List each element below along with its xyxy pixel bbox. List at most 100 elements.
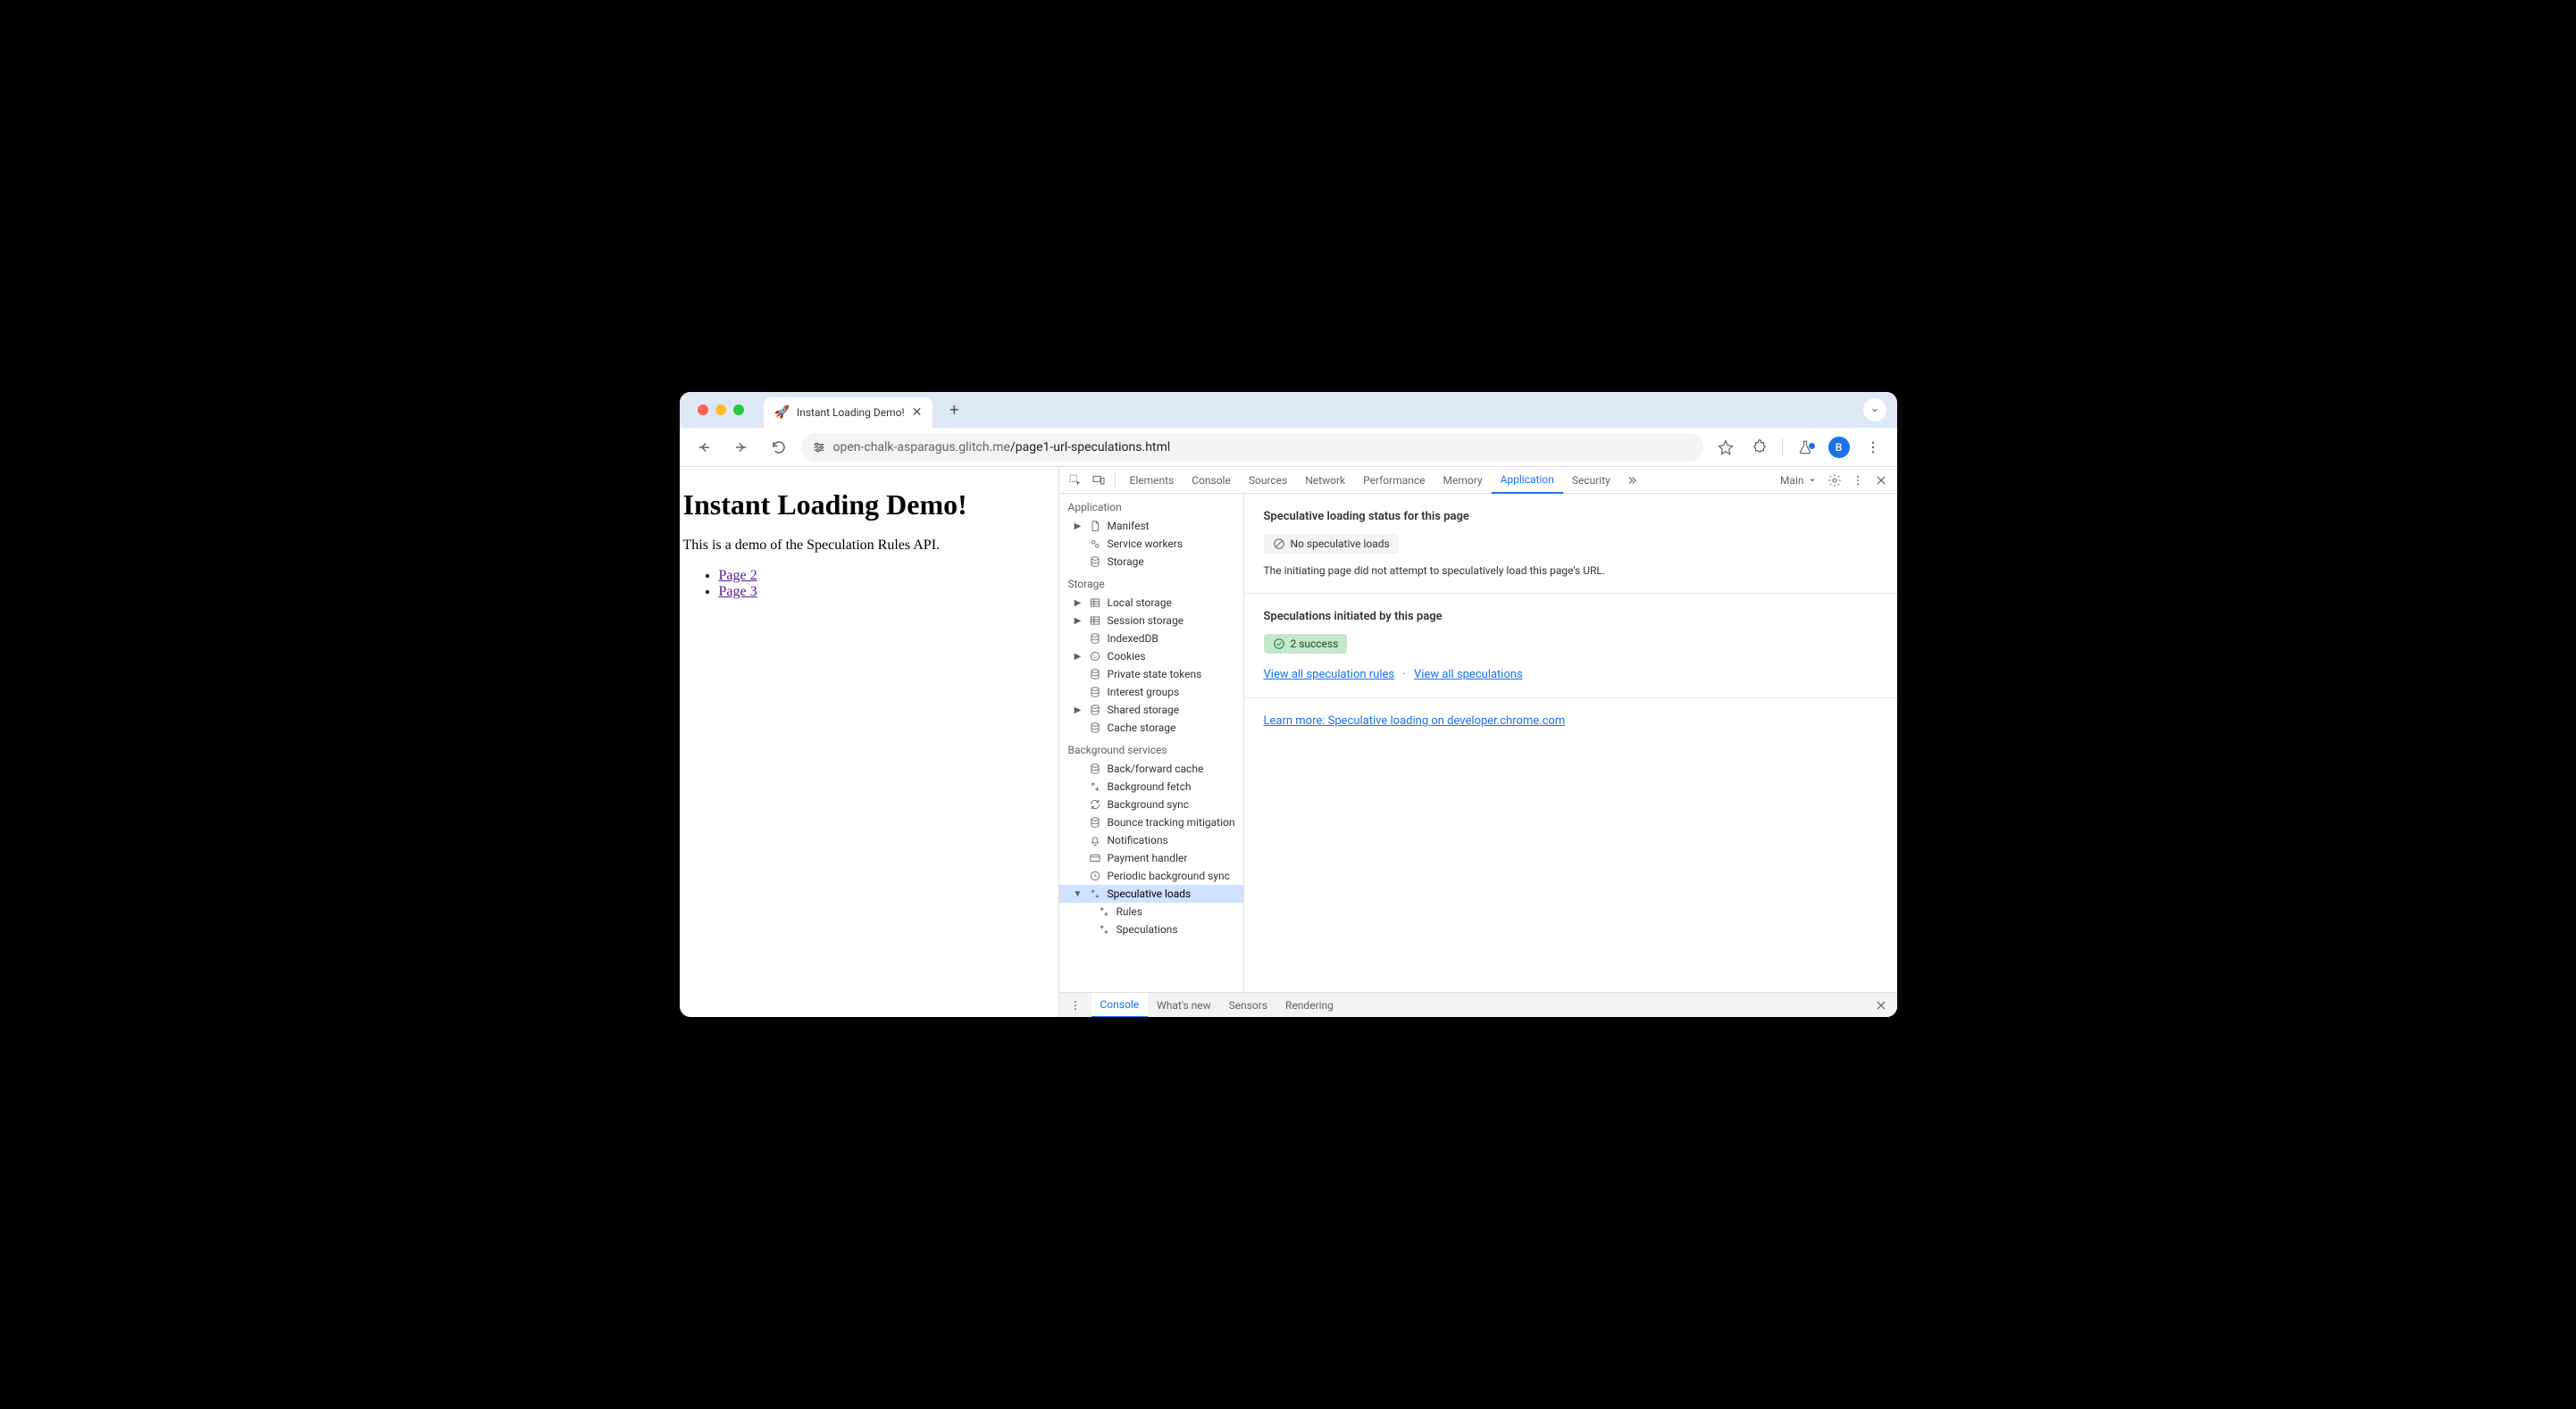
- window-minimize-button[interactable]: [715, 404, 726, 415]
- devtools-close-button[interactable]: [1870, 470, 1892, 491]
- view-rules-link[interactable]: View all speculation rules: [1264, 668, 1395, 681]
- forward-button[interactable]: [726, 432, 757, 463]
- sidebar-item-private-state-tokens[interactable]: Private state tokens: [1059, 665, 1243, 683]
- sidebar-item-notifications[interactable]: Notifications: [1059, 831, 1243, 849]
- sidebar-item-speculative-loads[interactable]: ▼Speculative loads: [1059, 885, 1243, 903]
- sidebar-item-bounce-tracking-mitigation[interactable]: Bounce tracking mitigation: [1059, 813, 1243, 831]
- address-bar[interactable]: open-chalk-asparagus.glitch.me/page1-url…: [801, 433, 1703, 462]
- page-link[interactable]: Page 3: [719, 584, 757, 599]
- sidebar-section-title: Storage: [1059, 571, 1243, 594]
- kebab-icon: [1069, 999, 1082, 1012]
- sidebar-item-cookies[interactable]: ▶Cookies: [1059, 647, 1243, 665]
- updown-icon: [1088, 888, 1102, 900]
- drawer-tab-what-s-new[interactable]: What's new: [1148, 993, 1220, 1018]
- status-section: Speculative loading status for this page…: [1244, 494, 1897, 594]
- frame-selector[interactable]: Main: [1775, 474, 1822, 487]
- window-close-button[interactable]: [698, 404, 708, 415]
- devtools-header-right: Main: [1775, 470, 1892, 491]
- updown-icon: [1088, 780, 1102, 793]
- reload-button[interactable]: [764, 432, 794, 463]
- sidebar-item-shared-storage[interactable]: ▶Shared storage: [1059, 701, 1243, 719]
- view-speculations-link[interactable]: View all speculations: [1414, 668, 1523, 681]
- star-icon: [1718, 439, 1734, 455]
- tab-overflow-button[interactable]: [1863, 398, 1886, 421]
- page-viewport: Instant Loading Demo! This is a demo of …: [680, 467, 1059, 1017]
- back-button[interactable]: [689, 432, 719, 463]
- sidebar-item-service-workers[interactable]: Service workers: [1059, 535, 1243, 553]
- drawer-menu-button[interactable]: [1065, 995, 1086, 1016]
- sidebar-item-indexeddb[interactable]: IndexedDB: [1059, 629, 1243, 647]
- devtools-tab-network[interactable]: Network: [1296, 467, 1354, 494]
- chevrons-right-icon: [1626, 474, 1638, 487]
- sidebar-item-local-storage[interactable]: ▶Local storage: [1059, 594, 1243, 612]
- devtools-tab-sources[interactable]: Sources: [1240, 467, 1296, 494]
- sidebar-item-cache-storage[interactable]: Cache storage: [1059, 719, 1243, 737]
- drawer-tab-console[interactable]: Console: [1091, 993, 1149, 1018]
- devtools-tab-memory[interactable]: Memory: [1434, 467, 1492, 494]
- page-link[interactable]: Page 2: [719, 568, 757, 583]
- db-icon: [1088, 704, 1102, 716]
- browser-menu-button[interactable]: [1858, 432, 1888, 463]
- window-maximize-button[interactable]: [733, 404, 744, 415]
- divider: [1115, 472, 1116, 488]
- devtools-menu-button[interactable]: [1847, 470, 1869, 491]
- bookmark-button[interactable]: [1710, 432, 1741, 463]
- kebab-icon: [1865, 439, 1881, 455]
- sidebar-section-title: Application: [1059, 494, 1243, 517]
- sidebar-item-speculations[interactable]: Speculations: [1059, 921, 1243, 938]
- page-link-list: Page 2 Page 3: [680, 568, 1058, 600]
- devtools-panel: ElementsConsoleSourcesNetworkPerformance…: [1059, 467, 1897, 1017]
- tab-close-button[interactable]: ✕: [912, 405, 923, 420]
- browser-tab[interactable]: 🚀 Instant Loading Demo! ✕: [764, 397, 933, 428]
- drawer-close-button[interactable]: [1870, 995, 1892, 1016]
- speculation-links: View all speculation rules · View all sp…: [1264, 668, 1878, 681]
- page-heading: Instant Loading Demo!: [680, 488, 1058, 521]
- learn-more-section: Learn more: Speculative loading on devel…: [1244, 698, 1897, 744]
- devtools-tab-application[interactable]: Application: [1492, 467, 1563, 494]
- sidebar-item-label: IndexedDB: [1108, 632, 1158, 645]
- devtools-tab-performance[interactable]: Performance: [1354, 467, 1434, 494]
- labs-button[interactable]: [1790, 432, 1820, 463]
- device-toolbar-button[interactable]: [1088, 470, 1109, 491]
- sidebar-item-label: Payment handler: [1108, 852, 1188, 864]
- drawer-tab-rendering[interactable]: Rendering: [1276, 993, 1342, 1018]
- sidebar-item-label: Speculative loads: [1108, 888, 1192, 900]
- sidebar-item-interest-groups[interactable]: Interest groups: [1059, 683, 1243, 701]
- sidebar-item-back-forward-cache[interactable]: Back/forward cache: [1059, 760, 1243, 778]
- sidebar-item-manifest[interactable]: ▶ Manifest: [1059, 517, 1243, 535]
- db-icon: [1088, 632, 1102, 645]
- devtools-tab-elements[interactable]: Elements: [1121, 467, 1183, 494]
- extensions-button[interactable]: [1744, 432, 1775, 463]
- db-icon: [1088, 555, 1102, 568]
- sidebar-item-session-storage[interactable]: ▶Session storage: [1059, 612, 1243, 629]
- chevron-down-icon: [1869, 404, 1880, 415]
- learn-more-link[interactable]: Learn more: Speculative loading on devel…: [1264, 714, 1566, 728]
- bell-icon: [1088, 834, 1102, 846]
- drawer-tab-sensors[interactable]: Sensors: [1220, 993, 1276, 1018]
- arrow-left-icon: [696, 439, 712, 455]
- sidebar-item-background-sync[interactable]: Background sync: [1059, 796, 1243, 813]
- tab-favicon-icon: 🚀: [774, 405, 790, 420]
- inspect-element-button[interactable]: [1065, 470, 1086, 491]
- sidebar-item-background-fetch[interactable]: Background fetch: [1059, 778, 1243, 796]
- sidebar-item-payment-handler[interactable]: Payment handler: [1059, 849, 1243, 867]
- gears-icon: [1088, 538, 1102, 550]
- browser-window: 🚀 Instant Loading Demo! ✕ + open-chalk-a…: [680, 392, 1897, 1017]
- triangle-right-icon: ▶: [1074, 521, 1083, 531]
- updown-icon: [1097, 923, 1111, 936]
- devtools-tab-console[interactable]: Console: [1183, 467, 1240, 494]
- sidebar-item-label: Cookies: [1108, 650, 1146, 663]
- devtools-settings-button[interactable]: [1824, 470, 1845, 491]
- sidebar-item-periodic-background-sync[interactable]: Periodic background sync: [1059, 867, 1243, 885]
- sidebar-item-rules[interactable]: Rules: [1059, 903, 1243, 921]
- sidebar-item-storage[interactable]: Storage: [1059, 553, 1243, 571]
- puzzle-icon: [1752, 439, 1768, 455]
- triangle-right-icon: ▶: [1074, 616, 1083, 626]
- profile-button[interactable]: B: [1824, 432, 1854, 463]
- devtools-tab-security[interactable]: Security: [1563, 467, 1619, 494]
- sidebar-item-label: Manifest: [1108, 520, 1150, 532]
- new-tab-button[interactable]: +: [941, 397, 966, 422]
- content-area: Instant Loading Demo! This is a demo of …: [680, 467, 1897, 1017]
- more-tabs-button[interactable]: [1621, 470, 1643, 491]
- clock-icon: [1088, 870, 1102, 882]
